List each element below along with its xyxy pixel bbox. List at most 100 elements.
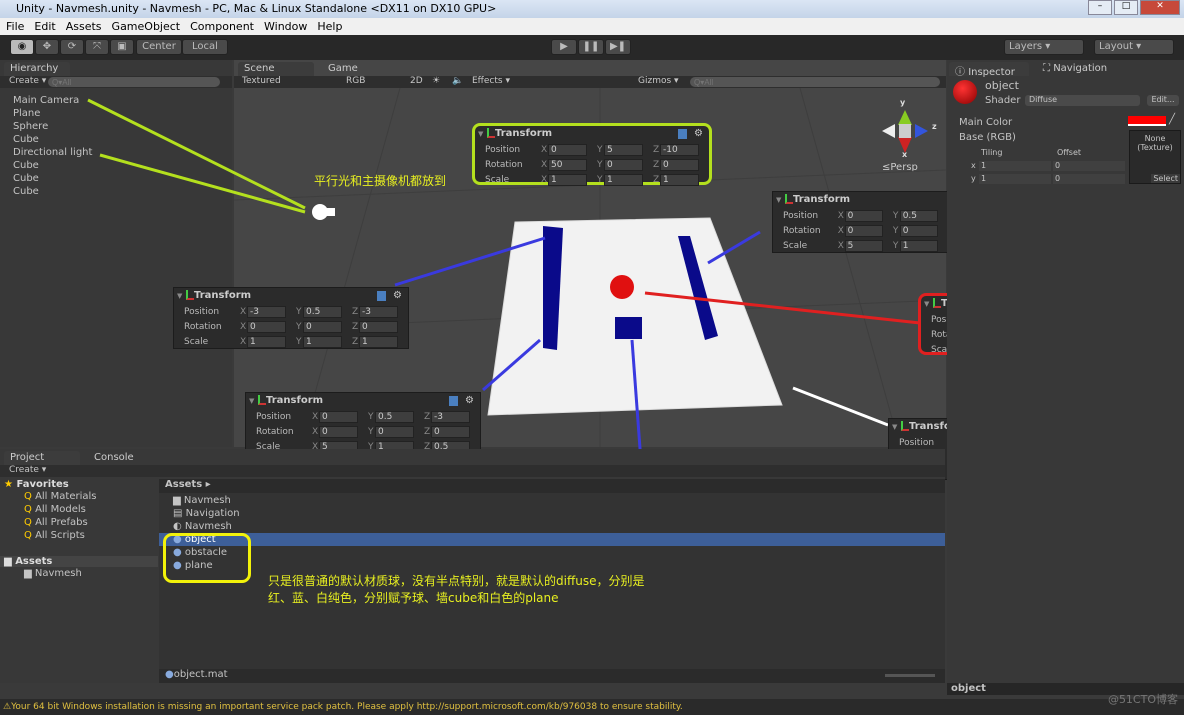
favorite-item[interactable]: Q All Models [24,503,158,516]
maximize-button[interactable]: □ [1114,0,1138,15]
help-book-icon[interactable] [377,291,386,301]
tab-navigation[interactable]: ⛶ Navigation [1037,62,1127,76]
rotation-y-field[interactable]: 0 [303,320,342,333]
asset-folder-item[interactable]: ▆ Navmesh [24,567,158,580]
render-mode-dropdown[interactable]: RGB [346,76,365,86]
menu-window[interactable]: Window [264,20,307,33]
status-bar[interactable]: ⚠Your 64 bit Windows installation is mis… [0,693,1184,715]
texture-select-button[interactable]: Select [1151,174,1180,183]
menu-gameobject[interactable]: GameObject [112,20,181,33]
effects-dropdown[interactable]: Effects ▾ [472,76,510,86]
shading-dropdown[interactable]: Textured [242,76,281,86]
rotation-z-field[interactable]: 0 [431,425,470,438]
offset-x-field[interactable]: 0 [1053,161,1125,171]
position-z-field[interactable]: -3 [359,305,398,318]
close-button[interactable]: ✕ [1140,0,1180,15]
project-create-button[interactable]: Create ▾ [9,465,46,475]
tab-scene[interactable]: Scene [238,62,314,76]
pivot-local-button[interactable]: Local [182,39,228,55]
hierarchy-item[interactable]: Cube [13,185,92,198]
play-button[interactable]: ▶ [551,39,577,55]
assets-folder[interactable]: ▆ Assets [0,556,158,567]
tab-project[interactable]: Project [4,451,80,465]
rotation-x-field[interactable]: 0 [319,425,358,438]
help-book-icon[interactable] [678,129,687,139]
gear-icon[interactable]: ⚙ [465,393,474,409]
view-tool-eye-icon[interactable]: ◉ [10,39,34,55]
toggle-2d-button[interactable]: 2D [410,76,423,86]
scale-x-field[interactable]: 1 [247,335,286,348]
main-color-swatch[interactable] [1128,116,1166,126]
position-z-field[interactable]: -3 [431,410,470,423]
layers-dropdown[interactable]: Layers ▾ [1004,39,1084,55]
hierarchy-create-button[interactable]: Create ▾ [9,76,46,86]
tab-game[interactable]: Game [322,62,382,76]
menu-component[interactable]: Component [190,20,254,33]
scene-search-input[interactable] [690,77,940,87]
position-y-field[interactable]: 0.5 [303,305,342,318]
scale-x-field[interactable]: 1 [548,173,587,186]
favorite-item[interactable]: Q All Scripts [24,529,158,542]
tiling-x-field[interactable]: 1 [979,161,1051,171]
rotation-x-field[interactable]: 50 [548,158,587,171]
favorite-item[interactable]: Q All Prefabs [24,516,158,529]
help-book-icon[interactable] [449,396,458,406]
position-x-field[interactable]: 0 [548,143,587,156]
offset-y-field[interactable]: 0 [1053,174,1125,184]
scale-tool-icon[interactable]: ⤧ [85,39,109,55]
rotation-y-field[interactable]: 0 [604,158,643,171]
step-button[interactable]: ▶❚ [605,39,631,55]
asset-file-item[interactable]: ▆ Navmesh [159,494,945,507]
eyedropper-icon[interactable]: ╱ [1169,114,1175,125]
position-y-field[interactable]: 0.5 [899,209,938,222]
tiling-y-field[interactable]: 1 [979,174,1051,184]
rect-tool-icon[interactable]: ▣ [110,39,134,55]
position-y-field[interactable]: 5 [604,143,643,156]
menu-assets[interactable]: Assets [66,20,102,33]
transform-header[interactable]: Transform ⚙ [246,393,480,409]
position-x-field[interactable]: -3 [247,305,286,318]
pivot-center-button[interactable]: Center [136,39,182,55]
tab-console[interactable]: Console [88,451,158,465]
rotation-y-field[interactable]: 0 [899,224,938,237]
hierarchy-item[interactable]: Directional light [13,146,92,159]
transform-header[interactable]: Transform ⚙ [174,288,408,304]
minimize-button[interactable]: – [1088,0,1112,15]
menu-help[interactable]: Help [317,20,342,33]
hierarchy-item[interactable]: Main Camera [13,94,92,107]
shader-dropdown[interactable]: Diffuse [1025,95,1140,106]
hierarchy-item[interactable]: Cube [13,159,92,172]
gear-icon[interactable]: ⚙ [393,288,402,304]
scale-x-field[interactable]: 5 [844,239,883,252]
position-y-field[interactable]: 0.5 [375,410,414,423]
asset-file-item[interactable]: ● plane [159,559,945,572]
menu-edit[interactable]: Edit [34,20,55,33]
asset-file-item[interactable]: ● obstacle [159,546,945,559]
tab-hierarchy[interactable]: Hierarchy [4,62,70,76]
favorite-item[interactable]: Q All Materials [24,490,158,503]
scale-z-field[interactable]: 1 [660,173,699,186]
hierarchy-item[interactable]: Sphere [13,120,92,133]
gizmos-dropdown[interactable]: Gizmos ▾ [638,76,679,86]
hierarchy-item[interactable]: Plane [13,107,92,120]
position-x-field[interactable]: 0 [844,209,883,222]
layout-dropdown[interactable]: Layout ▾ [1094,39,1174,55]
menu-file[interactable]: File [6,20,24,33]
scale-y-field[interactable]: 1 [303,335,342,348]
position-x-field[interactable]: 0 [319,410,358,423]
asset-file-item[interactable]: ◐ Navmesh [159,520,945,533]
asset-file-item[interactable]: ● object [159,533,945,546]
icon-size-slider[interactable] [885,674,935,677]
rotation-x-field[interactable]: 0 [247,320,286,333]
texture-slot[interactable]: None (Texture) Select [1129,130,1181,184]
rotation-z-field[interactable]: 0 [660,158,699,171]
audio-toggle-icon[interactable]: 🔈 [452,76,463,86]
hierarchy-search-input[interactable] [48,77,220,87]
position-z-field[interactable]: -10 [660,143,699,156]
move-tool-icon[interactable]: ✥ [35,39,59,55]
pause-button[interactable]: ❚❚ [578,39,604,55]
assets-breadcrumb[interactable]: Assets ▸ [159,479,945,493]
hierarchy-item[interactable]: Cube [13,133,92,146]
persp-label[interactable]: ≤Persp [882,162,918,173]
tab-inspector[interactable]: ⓘ Inspector [949,62,1029,78]
